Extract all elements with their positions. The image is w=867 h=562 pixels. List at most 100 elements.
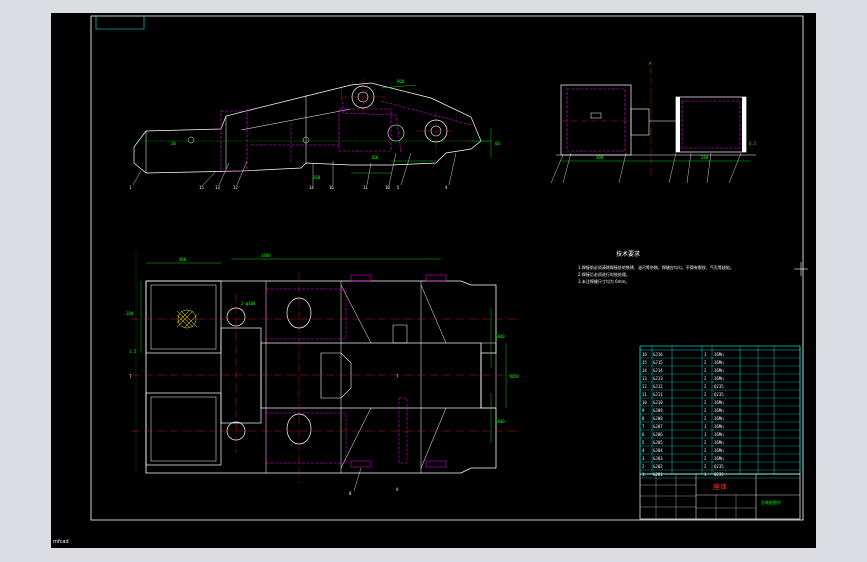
svg-text:200: 200	[126, 311, 134, 316]
svg-text:7: 7	[396, 374, 399, 379]
svg-text:60: 60	[495, 141, 500, 146]
svg-text:160: 160	[371, 155, 379, 160]
svg-text:240: 240	[701, 155, 709, 160]
bom-no: 7	[642, 424, 645, 429]
svg-text:13: 13	[215, 185, 220, 190]
bom-material: 16Mn	[714, 400, 724, 405]
bom-code: GJ01	[653, 472, 663, 477]
bom-qty: 2	[704, 392, 707, 397]
bom-qty: 2	[704, 408, 707, 413]
svg-text:1400: 1400	[261, 253, 271, 258]
bom-code: GJ06	[653, 432, 663, 437]
bom-code: GJ05	[653, 440, 663, 445]
bom-no: 11	[642, 392, 647, 397]
bom-qty: 2	[704, 440, 707, 445]
svg-text:1840: 1840	[495, 334, 505, 339]
bom-code: GJ08	[653, 416, 663, 421]
watermark: mfcad	[53, 539, 69, 545]
svg-text:1: 1	[129, 185, 132, 190]
bom-qty: 2	[704, 400, 707, 405]
svg-text:12: 12	[233, 185, 238, 190]
bom-qty: 2	[704, 464, 707, 469]
bom-material: Q235	[714, 472, 724, 477]
bom-qty: 2	[704, 368, 707, 373]
bom-material: 16Mn	[714, 440, 724, 445]
bom-material: 16Mn	[714, 352, 724, 357]
drawing-canvas: 20 R60 160 200 60 1 15 13 12 14 16 11 10…	[53, 15, 808, 545]
notes-line-1: 1.焊接前必须清除焊接处的铁锈、油污等杂物，焊缝应均匀，不得有裂纹、气孔等缺陷。	[578, 264, 734, 270]
bom-qty: 1	[704, 472, 707, 477]
crosshair-cursor	[794, 262, 808, 276]
bom-no: 2	[642, 464, 645, 469]
bom-code: GJ03	[653, 456, 663, 461]
svg-text:T: T	[129, 374, 132, 379]
bom-code: GJ15	[653, 360, 663, 365]
bom-qty: 2	[704, 360, 707, 365]
title-block-name: 座体	[713, 482, 727, 491]
title-block: 座体 总装配图号	[639, 473, 801, 520]
bom-material: 16Mn	[714, 416, 724, 421]
bom-qty: 2	[704, 376, 707, 381]
side-view: 20 R60 160 200 60 1 15 13 12 14 16 11 10…	[129, 79, 500, 190]
bom-material: 16Mn	[714, 376, 724, 381]
bom-code: GJ13	[653, 376, 663, 381]
bom-material: 16Mn	[714, 448, 724, 453]
svg-text:16: 16	[329, 185, 334, 190]
bom-material: 16Mn	[714, 456, 724, 461]
bom-qty: 2	[704, 416, 707, 421]
end-view: 300 240 6.5 A	[550, 61, 757, 184]
bom-material: 16Mn	[714, 424, 724, 429]
bom-no: 1	[642, 472, 645, 477]
bom-code: GJ02	[653, 464, 663, 469]
svg-text:1020: 1020	[509, 374, 519, 379]
bom-qty: 1	[704, 432, 707, 437]
svg-text:R60: R60	[397, 79, 405, 84]
bom-code: GJ14	[653, 368, 663, 373]
bom-no: 4	[642, 448, 645, 453]
svg-text:20: 20	[171, 141, 176, 146]
bom-material: Q235	[714, 392, 724, 397]
corner-box	[95, 16, 145, 30]
svg-text:11: 11	[363, 185, 368, 190]
title-block-subtitle: 总装配图号	[761, 499, 781, 505]
bom-code: GJ11	[653, 392, 663, 397]
bom-no: 8	[642, 416, 645, 421]
bom-no: 5	[642, 440, 645, 445]
bom-qty: 2	[704, 456, 707, 461]
notes-line-3: 3.未注焊缝尺寸均为 6mm。	[578, 278, 629, 284]
bom-no: 15	[642, 360, 647, 365]
bom-table: 16 GJ16 1 16Mn15 GJ15 2 16Mn14 GJ14 2 16Mn13 GJ13 2…	[639, 345, 801, 479]
bom-code: GJ12	[653, 384, 663, 389]
cad-viewport[interactable]: 20 R60 160 200 60 1 15 13 12 14 16 11 10…	[51, 13, 816, 548]
bom-material: 16Mn	[714, 432, 724, 437]
bom-code: GJ16	[653, 352, 663, 357]
svg-text:1840: 1840	[495, 419, 505, 424]
bom-code: GJ07	[653, 424, 663, 429]
svg-text:200: 200	[313, 175, 321, 180]
bom-qty: 1	[704, 424, 707, 429]
bom-no: 9	[642, 408, 645, 413]
notes-line-2: 2.焊接后必须进行时效处理。	[578, 271, 630, 277]
bom-code: GJ04	[653, 448, 663, 453]
svg-text:1.5: 1.5	[129, 349, 137, 354]
svg-text:300: 300	[596, 155, 604, 160]
bom-qty: 2	[704, 448, 707, 453]
bom-qty: 1	[704, 352, 707, 357]
svg-text:15: 15	[199, 185, 204, 190]
svg-text:10: 10	[385, 185, 390, 190]
bom-no: 12	[642, 384, 647, 389]
bom-no: 16	[642, 352, 647, 357]
plan-view: 460 1400 200 1840 1020 1840 2-φ100 1.5 T…	[126, 253, 521, 496]
bom-no: 6	[642, 432, 645, 437]
svg-text:460: 460	[179, 257, 187, 262]
notes-title: 技术要求	[616, 250, 640, 258]
bom-code: GJ10	[653, 400, 663, 405]
bom-material: Q235	[714, 464, 724, 469]
bom-no: 3	[642, 456, 645, 461]
svg-text:A: A	[649, 61, 652, 66]
bom-material: 16Mn	[714, 368, 724, 373]
svg-text:8: 8	[349, 491, 352, 496]
bom-material: 16Mn	[714, 360, 724, 365]
bom-no: 14	[642, 368, 647, 373]
svg-text:14: 14	[309, 185, 314, 190]
